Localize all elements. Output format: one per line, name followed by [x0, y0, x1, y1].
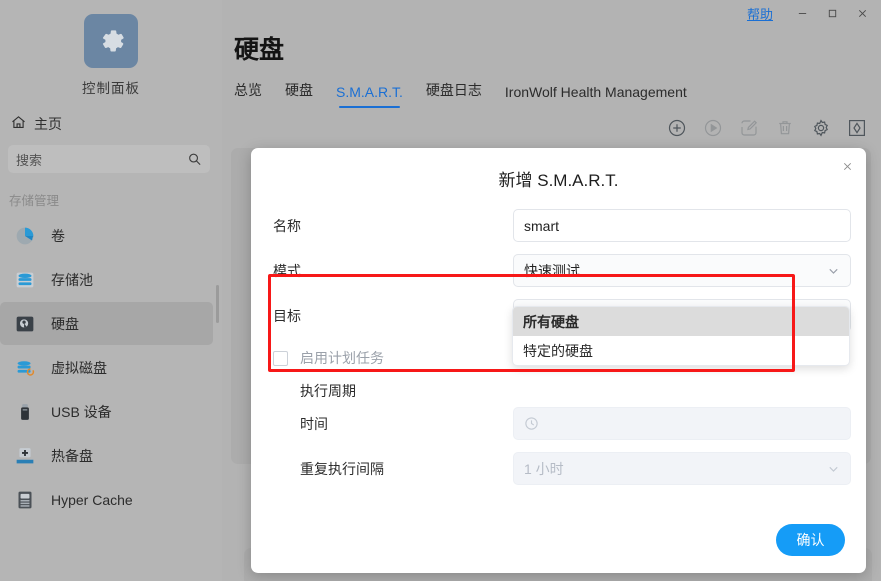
sidebar-item-label: USB 设备 [51, 403, 112, 420]
storage-pool-icon [11, 266, 39, 294]
sidebar-item-label: 热备盘 [51, 447, 93, 464]
name-value: smart [524, 217, 559, 234]
home-icon [10, 114, 27, 134]
sidebar-item-label: 卷 [51, 227, 65, 244]
tab-ironwolf-health-management[interactable]: IronWolf Health Management [505, 84, 687, 108]
sidebar-item-virtual-disk[interactable]: 虚拟磁盘 [0, 346, 213, 389]
repeat-value: 1 小时 [524, 460, 564, 477]
close-button[interactable] [847, 1, 877, 25]
sidebar-item-hyper-cache[interactable]: Hyper Cache [0, 478, 213, 521]
enable-schedule-label: 启用计划任务 [300, 350, 384, 366]
tab-smart[interactable]: S.M.A.R.T. [336, 84, 403, 108]
sidebar-group-title: 存储管理 [9, 194, 60, 208]
add-button[interactable] [666, 119, 688, 141]
sidebar-item-label: 存储池 [51, 271, 93, 288]
time-label: 时间 [300, 415, 328, 432]
tab-overview[interactable]: 总览 [234, 80, 262, 108]
help-link[interactable]: 帮助 [747, 4, 773, 23]
form-row-mode: 模式 快速测试 [251, 253, 866, 288]
run-button [702, 119, 724, 141]
toolbar [666, 118, 868, 143]
brand: 控制面板 [0, 0, 222, 97]
sidebar-item-hard-disk[interactable]: 硬盘 [0, 302, 213, 345]
sidebar-item-storage-pool[interactable]: 存储池 [0, 258, 213, 301]
home-link[interactable]: 主页 [10, 114, 222, 134]
repeat-select: 1 小时 [513, 452, 851, 485]
time-input [513, 407, 851, 440]
play-icon [703, 118, 723, 143]
tab-hard-disk[interactable]: 硬盘 [285, 80, 313, 108]
target-dropdown-list: 所有硬盘 特定的硬盘 [512, 306, 850, 366]
search-placeholder: 搜索 [16, 152, 43, 168]
form-row-repeat: 重复执行间隔 1 小时 [251, 451, 866, 486]
diagnose-button[interactable] [846, 119, 868, 141]
dropdown-option-specific-disk[interactable]: 特定的硬盘 [513, 336, 849, 365]
tab-disk-log[interactable]: 硬盘日志 [426, 80, 482, 108]
mode-label: 模式 [273, 262, 301, 279]
target-label: 目标 [273, 307, 301, 324]
name-label: 名称 [273, 217, 301, 234]
repeat-label: 重复执行间隔 [300, 460, 384, 477]
search-icon [187, 152, 202, 167]
settings-button[interactable] [810, 118, 832, 143]
maximize-button[interactable] [817, 1, 847, 25]
dialog-close-button[interactable] [837, 156, 857, 176]
add-icon [667, 118, 687, 143]
minimize-button[interactable] [787, 1, 817, 25]
virtual-disk-icon [11, 354, 39, 382]
edit-button [738, 119, 760, 141]
sidebar-item-label: 硬盘 [51, 315, 79, 332]
page-title: 硬盘 [234, 36, 285, 64]
chevron-down-icon [827, 462, 840, 475]
dialog-title: 新增 S.M.A.R.T. [498, 171, 619, 190]
sidebar-item-label: 虚拟磁盘 [51, 359, 107, 376]
gear-icon [811, 118, 831, 143]
enable-schedule-checkbox[interactable] [273, 350, 288, 366]
sidebar-item-usb-device[interactable]: USB 设备 [0, 390, 213, 433]
tab-bar: 总览 硬盘 S.M.A.R.T. 硬盘日志 IronWolf Health Ma… [234, 80, 687, 108]
sidebar-scrollbar[interactable] [216, 285, 219, 323]
home-label: 主页 [34, 116, 62, 132]
window-titlebar: 帮助 [747, 0, 881, 26]
volume-icon [11, 222, 39, 250]
hard-disk-icon [11, 310, 39, 338]
mode-select[interactable]: 快速测试 [513, 254, 851, 287]
dropdown-option-all-disks[interactable]: 所有硬盘 [513, 307, 849, 336]
period-label: 执行周期 [300, 383, 356, 399]
delete-button [774, 119, 796, 141]
hyper-cache-icon [11, 486, 39, 514]
control-panel-icon [84, 14, 138, 68]
sidebar-item-volume[interactable]: 卷 [0, 214, 213, 257]
app-window: 控制面板 主页 搜索 存储管理 卷 存储池 硬盘 虚拟磁盘 USB 设备 热备盘… [0, 0, 881, 581]
form-row-name: 名称 smart [251, 208, 866, 243]
sidebar-item-hot-spare[interactable]: 热备盘 [0, 434, 213, 477]
usb-device-icon [11, 398, 39, 426]
sidebar-item-label: Hyper Cache [51, 491, 133, 508]
confirm-button[interactable]: 确认 [776, 524, 845, 556]
sidebar: 控制面板 主页 搜索 存储管理 卷 存储池 硬盘 虚拟磁盘 USB 设备 热备盘… [0, 0, 222, 581]
edit-icon [739, 118, 759, 143]
diagnose-icon [847, 118, 867, 143]
name-input[interactable]: smart [513, 209, 851, 242]
sidebar-nav: 卷 存储池 硬盘 虚拟磁盘 USB 设备 热备盘 Hyper Cache [0, 214, 222, 521]
form-row-time: 时间 [251, 406, 866, 441]
clock-icon [524, 416, 539, 431]
chevron-down-icon [827, 264, 840, 277]
delete-icon [775, 118, 795, 143]
search-input[interactable]: 搜索 [8, 145, 210, 173]
mode-value: 快速测试 [524, 262, 580, 279]
hot-spare-icon [11, 442, 39, 470]
brand-label: 控制面板 [82, 81, 140, 96]
